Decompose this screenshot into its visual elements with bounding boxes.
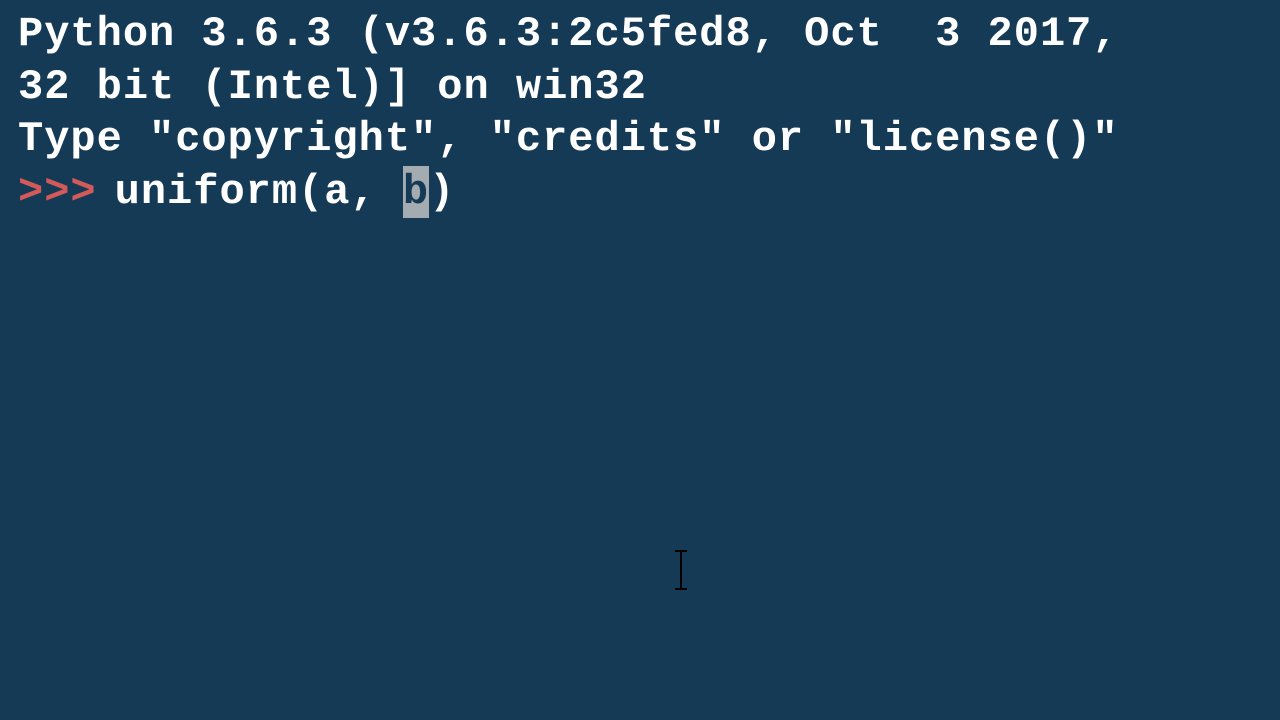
banner-line-1: Python 3.6.3 (v3.6.3:2c5fed8, Oct 3 2017… — [18, 8, 1262, 61]
banner-line-2: 32 bit (Intel)] on win32 — [18, 61, 1262, 114]
repl-input-after[interactable]: ) — [429, 166, 455, 219]
python-shell-terminal[interactable]: Python 3.6.3 (v3.6.3:2c5fed8, Oct 3 2017… — [18, 8, 1262, 712]
banner-line-3: Type "copyright", "credits" or "license(… — [18, 113, 1262, 166]
repl-input-before[interactable]: uniform(a, — [115, 166, 403, 219]
text-cursor: b — [403, 166, 429, 219]
repl-prompt: >>> — [18, 166, 97, 219]
repl-input-line[interactable]: >>> uniform(a, b) — [18, 166, 1262, 219]
mouse-ibeam-cursor — [680, 550, 682, 590]
